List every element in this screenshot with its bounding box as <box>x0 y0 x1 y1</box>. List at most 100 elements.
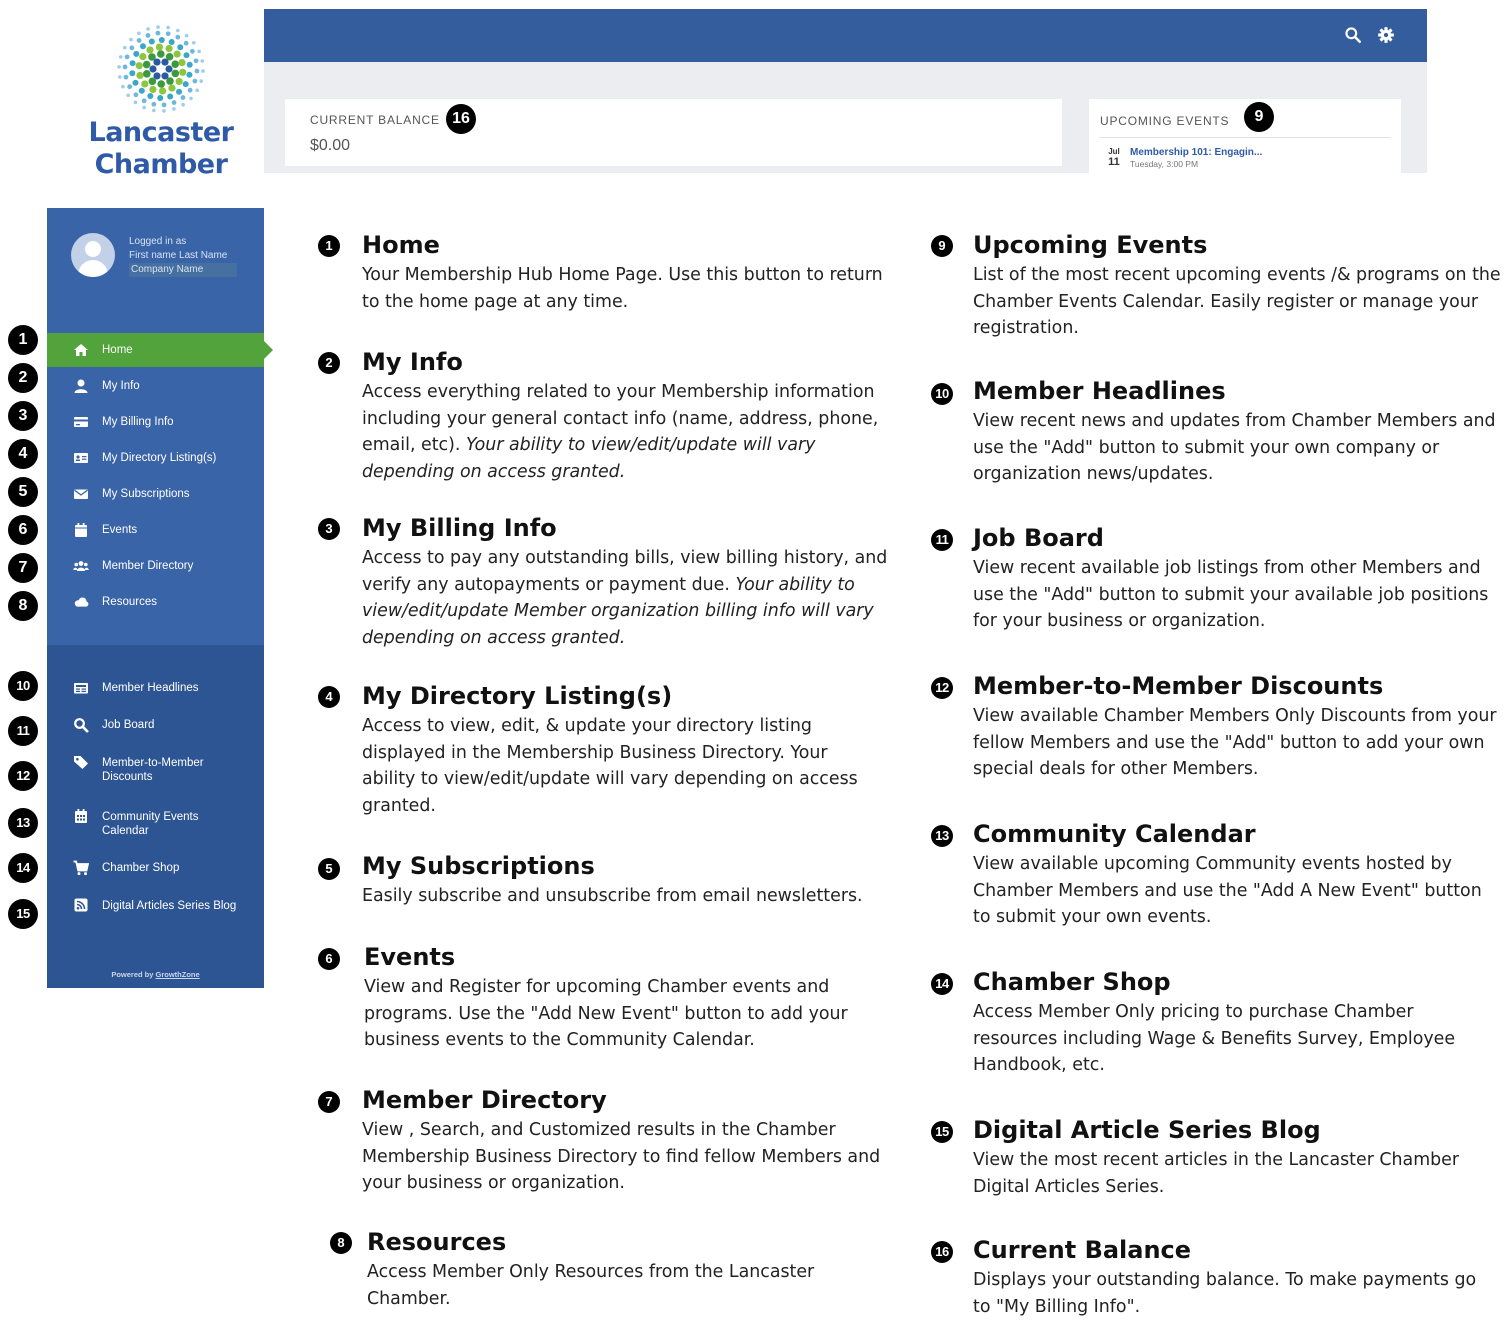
desc-my-subscriptions: My Subscriptions Easily subscribe and un… <box>362 851 912 910</box>
sidebar-item-label: Home <box>102 344 133 356</box>
current-balance-card[interactable]: CURRENT BALANCE $0.00 <box>285 99 1062 166</box>
logo-dot <box>182 81 189 88</box>
sidebar-item-label: Chamber Shop <box>102 862 180 874</box>
logo-dot <box>165 44 173 53</box>
callout-16: 16 <box>931 1241 953 1263</box>
desc-my-directory-listings: My Directory Listing(s) Access to view, … <box>362 681 882 819</box>
logo-dot <box>177 44 184 51</box>
desc-title: Home <box>362 231 440 259</box>
logo-dot <box>155 43 163 51</box>
desc-member-to-member-discounts: Member-to-Member Discounts View availabl… <box>973 671 1498 783</box>
logo-dot <box>155 30 161 36</box>
logo-dot <box>168 84 176 92</box>
gear-icon[interactable] <box>1377 26 1395 44</box>
sidebar-item-chamber-shop[interactable]: Chamber Shop <box>47 851 264 885</box>
logo-dot <box>127 84 133 90</box>
logo-dot <box>173 50 181 58</box>
sidebar-item-label: Member Headlines <box>102 682 199 694</box>
callout-9: 9 <box>1244 102 1274 132</box>
logo-dot <box>158 37 165 44</box>
callout-4: 4 <box>318 686 340 708</box>
logo-dot <box>165 65 173 73</box>
desc-text: List of the most recent upcoming events … <box>973 265 1501 338</box>
logo-dot <box>191 40 196 45</box>
sidebar-item-home[interactable]: Home <box>47 333 273 367</box>
callout-15: 15 <box>8 899 38 929</box>
logo-dot <box>193 58 199 64</box>
logo-dot <box>157 80 166 88</box>
desc-text: View available upcoming Community events… <box>973 854 1482 927</box>
callout-10: 10 <box>931 383 953 405</box>
id-card-icon <box>74 453 88 463</box>
callout-1: 1 <box>318 235 340 257</box>
callout-3: 3 <box>318 518 340 540</box>
powered-by-link[interactable]: GrowthZone <box>156 970 200 979</box>
callout-11: 11 <box>8 716 38 746</box>
logo-dot <box>135 62 143 70</box>
desc-text: View recent available job listings from … <box>973 558 1489 631</box>
current-balance-value: $0.00 <box>310 137 351 154</box>
desc-title: My Billing Info <box>362 514 557 542</box>
sidebar-item-resources[interactable]: Resources <box>47 585 264 619</box>
desc-text: Access to view, edit, & update your dire… <box>362 716 858 816</box>
top-app-bar <box>264 9 1427 62</box>
sidebar-item-events[interactable]: Events <box>47 513 264 547</box>
logo-dot <box>129 60 136 67</box>
logo-dot <box>133 100 138 105</box>
avatar[interactable] <box>71 233 115 277</box>
calendar-icon <box>75 523 87 537</box>
sidebar-item-member-headlines[interactable]: Member Headlines <box>47 671 264 705</box>
logo-line-2: Chamber <box>94 149 228 180</box>
logo-dot <box>165 52 174 61</box>
sidebar-item-digital-articles-series-blog[interactable]: Digital Articles Series Blog <box>47 896 264 930</box>
sidebar-item-label: My Billing Info <box>102 416 174 428</box>
logo-dot <box>183 52 190 59</box>
newspaper-icon <box>74 683 88 694</box>
callout-10: 10 <box>8 671 38 701</box>
desc-upcoming-events: Upcoming Events List of the most recent … <box>973 230 1508 342</box>
search-icon[interactable] <box>1344 26 1362 44</box>
sidebar-item-my-billing-info[interactable]: My Billing Info <box>47 405 264 439</box>
event-title-link[interactable]: Membership 101: Engagin... <box>1130 147 1262 158</box>
sidebar-item-label: Job Board <box>102 719 155 731</box>
sidebar-item-my-directory-listings[interactable]: My Directory Listing(s) <box>47 441 264 475</box>
logo-dot <box>168 39 175 46</box>
logo-dot <box>183 40 189 46</box>
logo-dot <box>121 84 125 89</box>
logo-dot <box>166 77 174 85</box>
logo-dot <box>157 94 164 101</box>
sidebar-item-community-events-calendar[interactable]: Community Events Calendar <box>47 807 264 841</box>
callout-5: 5 <box>8 477 38 507</box>
desc-text: Displays your outstanding balance. To ma… <box>973 1270 1477 1317</box>
desc-title: Upcoming Events <box>973 231 1208 259</box>
logo-dot <box>123 74 129 80</box>
callout-12: 12 <box>931 677 953 699</box>
sidebar-item-label: My Info <box>102 380 140 392</box>
sidebar-item-member-directory[interactable]: Member Directory <box>47 549 264 583</box>
logo-dot <box>141 80 149 88</box>
calendar-grid-icon <box>75 809 87 823</box>
callout-8: 8 <box>330 1232 352 1254</box>
logo-dot <box>199 79 204 83</box>
current-balance-title: CURRENT BALANCE <box>310 113 440 127</box>
sidebar-item-label: My Directory Listing(s) <box>102 452 217 464</box>
sidebar-item-job-board[interactable]: Job Board <box>47 708 264 742</box>
logo-dot <box>156 50 165 58</box>
desc-title: My Directory Listing(s) <box>362 682 673 710</box>
desc-title: Member Headlines <box>973 377 1226 405</box>
logo-dot <box>137 31 141 36</box>
callout-15: 15 <box>931 1121 953 1143</box>
user-icon <box>74 379 88 393</box>
logo-dot <box>129 70 136 77</box>
logo-dot <box>138 87 145 94</box>
sidebar-item-my-subscriptions[interactable]: My Subscriptions <box>47 477 264 511</box>
sidebar-item-label: My Subscriptions <box>102 488 190 500</box>
sidebar-item-my-info[interactable]: My Info <box>47 369 264 403</box>
logo-dot <box>180 95 186 100</box>
user-info[interactable]: Logged in as First name Last Name Compan… <box>71 233 261 293</box>
desc-text: Your Membership Hub Home Page. Use this … <box>362 265 883 312</box>
logo-dot <box>147 92 154 99</box>
sidebar-item-member-to-member-discounts[interactable]: Member-to-Member Discounts <box>47 753 264 787</box>
event-date: Jul 11 <box>1103 147 1125 168</box>
callout-2: 2 <box>318 352 340 374</box>
